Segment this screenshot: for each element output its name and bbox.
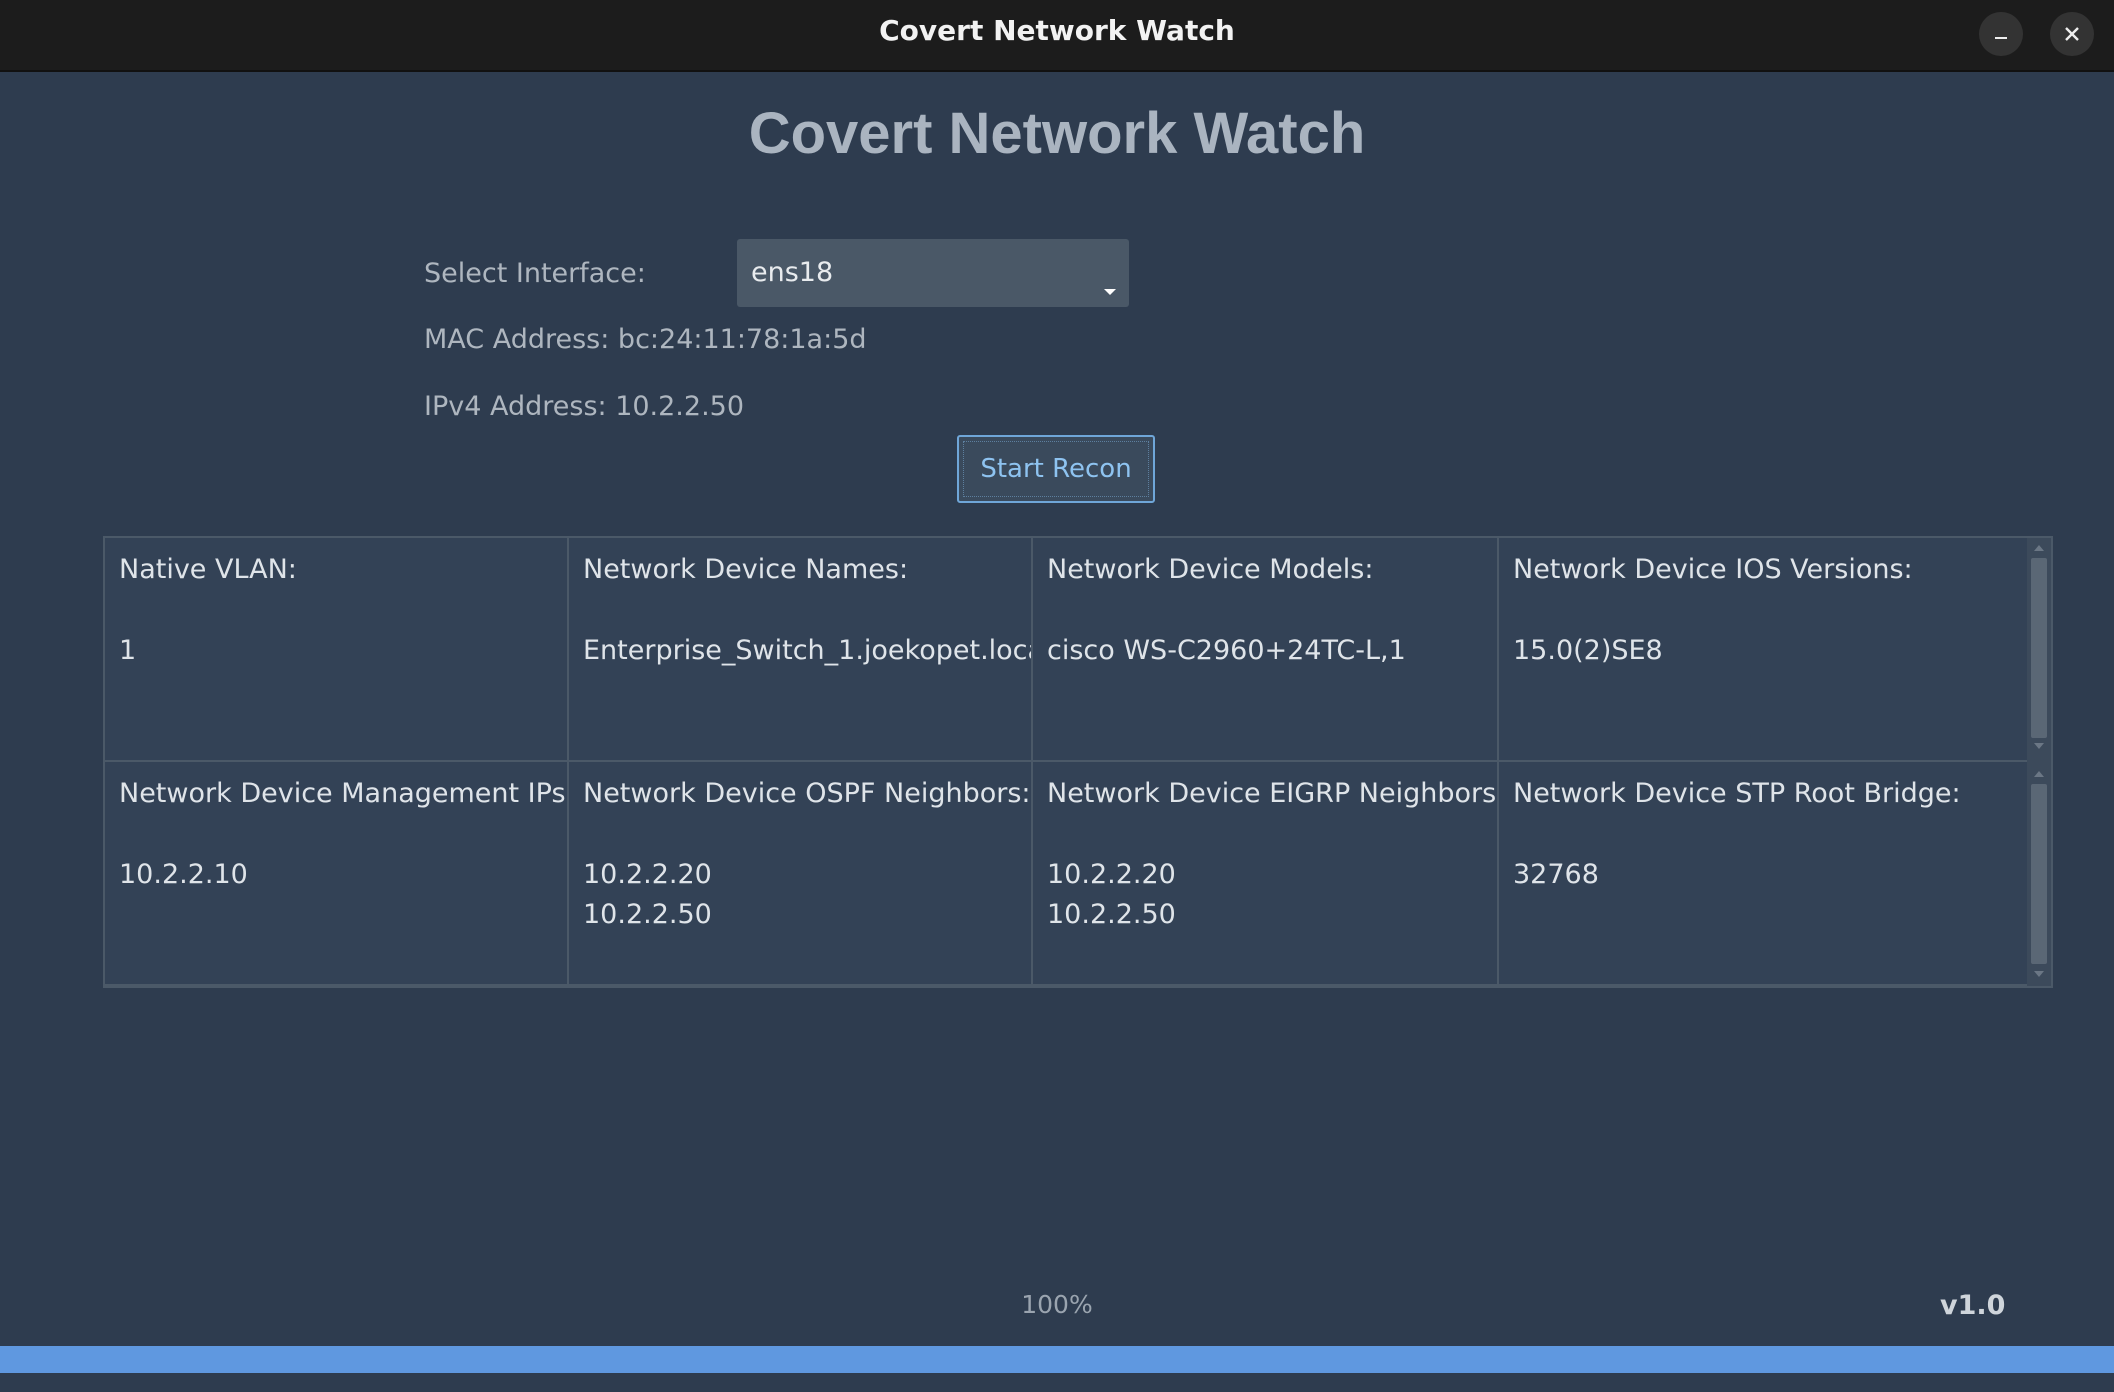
title-bar: Covert Network Watch [0, 0, 2114, 72]
result-cell-value: 32768 [1513, 859, 1599, 890]
result-cell-header: Network Device EIGRP Neighbors: [1047, 778, 1499, 809]
page-title: Covert Network Watch [748, 101, 1366, 166]
result-cell: Network Device Management IPs: 10.2.2.10 [105, 762, 569, 986]
start-recon-label: Start Recon [980, 454, 1132, 484]
ipv4-address-text: IPv4 Address: 10.2.2.50 [424, 391, 745, 422]
version-label: v1.0 [1940, 1290, 2006, 1321]
result-cell: Native VLAN: 1 [105, 538, 569, 762]
window-bottom-strip [0, 1373, 2114, 1392]
minimize-button[interactable] [1979, 12, 2023, 56]
progress-percent: 100% [1021, 1290, 1093, 1319]
progress-bar [0, 1346, 2114, 1373]
app-window: Covert Network Watch Covert Network Watc… [0, 0, 2114, 1392]
result-cell: Network Device Names: Enterprise_Switch_1… [569, 538, 1033, 762]
result-cell-header: Network Device Management IPs: [119, 778, 569, 809]
select-interface-label: Select Interface: [424, 258, 646, 289]
result-cell: Network Device Models: cisco WS-C2960+24T… [1033, 538, 1499, 762]
result-cell: Network Device OSPF Neighbors: 10.2.2.20 1… [569, 762, 1033, 986]
result-cell-value: 10.2.2.10 [119, 859, 248, 890]
progress-bar-fill [0, 1346, 2114, 1373]
minimize-icon [1995, 37, 2007, 39]
result-cell-header: Network Device OSPF Neighbors: [583, 778, 1031, 809]
mac-address-text: MAC Address: bc:24:11:78:1a:5d [424, 324, 867, 355]
interface-select-value: ens18 [751, 257, 834, 288]
result-cell-header: Network Device IOS Versions: [1513, 554, 1913, 585]
result-cell-header: Network Device STP Root Bridge: [1513, 778, 1961, 809]
close-button[interactable] [2050, 12, 2094, 56]
result-cell: Network Device IOS Versions: 15.0(2)SE8 [1499, 538, 2029, 762]
scroll-up-icon [2034, 771, 2044, 777]
result-cell-value: 1 [119, 635, 137, 666]
close-icon [2065, 27, 2079, 41]
result-cell-header: Native VLAN: [119, 554, 297, 585]
window-title: Covert Network Watch [879, 14, 1235, 47]
scroll-up-icon [2034, 545, 2044, 551]
scroll-down-icon [2034, 743, 2044, 749]
result-cell: Network Device EIGRP Neighbors: 10.2.2.20… [1033, 762, 1499, 986]
result-cell-header: Network Device Names: [583, 554, 909, 585]
scrollbar-thumb[interactable] [2031, 784, 2047, 964]
result-cell: Network Device STP Root Bridge: 32768 [1499, 762, 2029, 986]
scrollbar-thumb[interactable] [2031, 558, 2047, 738]
results-grid: Native VLAN: 1 Network Device Names: Enterp… [103, 536, 2053, 988]
interface-select[interactable]: ens18 [737, 239, 1129, 307]
results-scrollbar[interactable] [2027, 538, 2051, 986]
result-cell-header: Network Device Models: [1047, 554, 1374, 585]
result-cell-value: 15.0(2)SE8 [1513, 635, 1663, 666]
result-cell-value: cisco WS-C2960+24TC-L,1 [1047, 635, 1406, 666]
start-recon-button[interactable]: Start Recon [957, 435, 1155, 503]
result-cell-value: 10.2.2.20 [1047, 859, 1176, 890]
scroll-down-icon [2034, 971, 2044, 977]
results-grid-cells: Native VLAN: 1 Network Device Names: Enterp… [105, 538, 2029, 986]
result-cell-value: Enterprise_Switch_1.joekopet.local [583, 635, 1033, 666]
result-cell-value: 10.2.2.50 [583, 899, 712, 930]
result-cell-value: 10.2.2.20 [583, 859, 712, 890]
result-cell-value: 10.2.2.50 [1047, 899, 1176, 930]
chevron-down-icon [1104, 289, 1116, 295]
